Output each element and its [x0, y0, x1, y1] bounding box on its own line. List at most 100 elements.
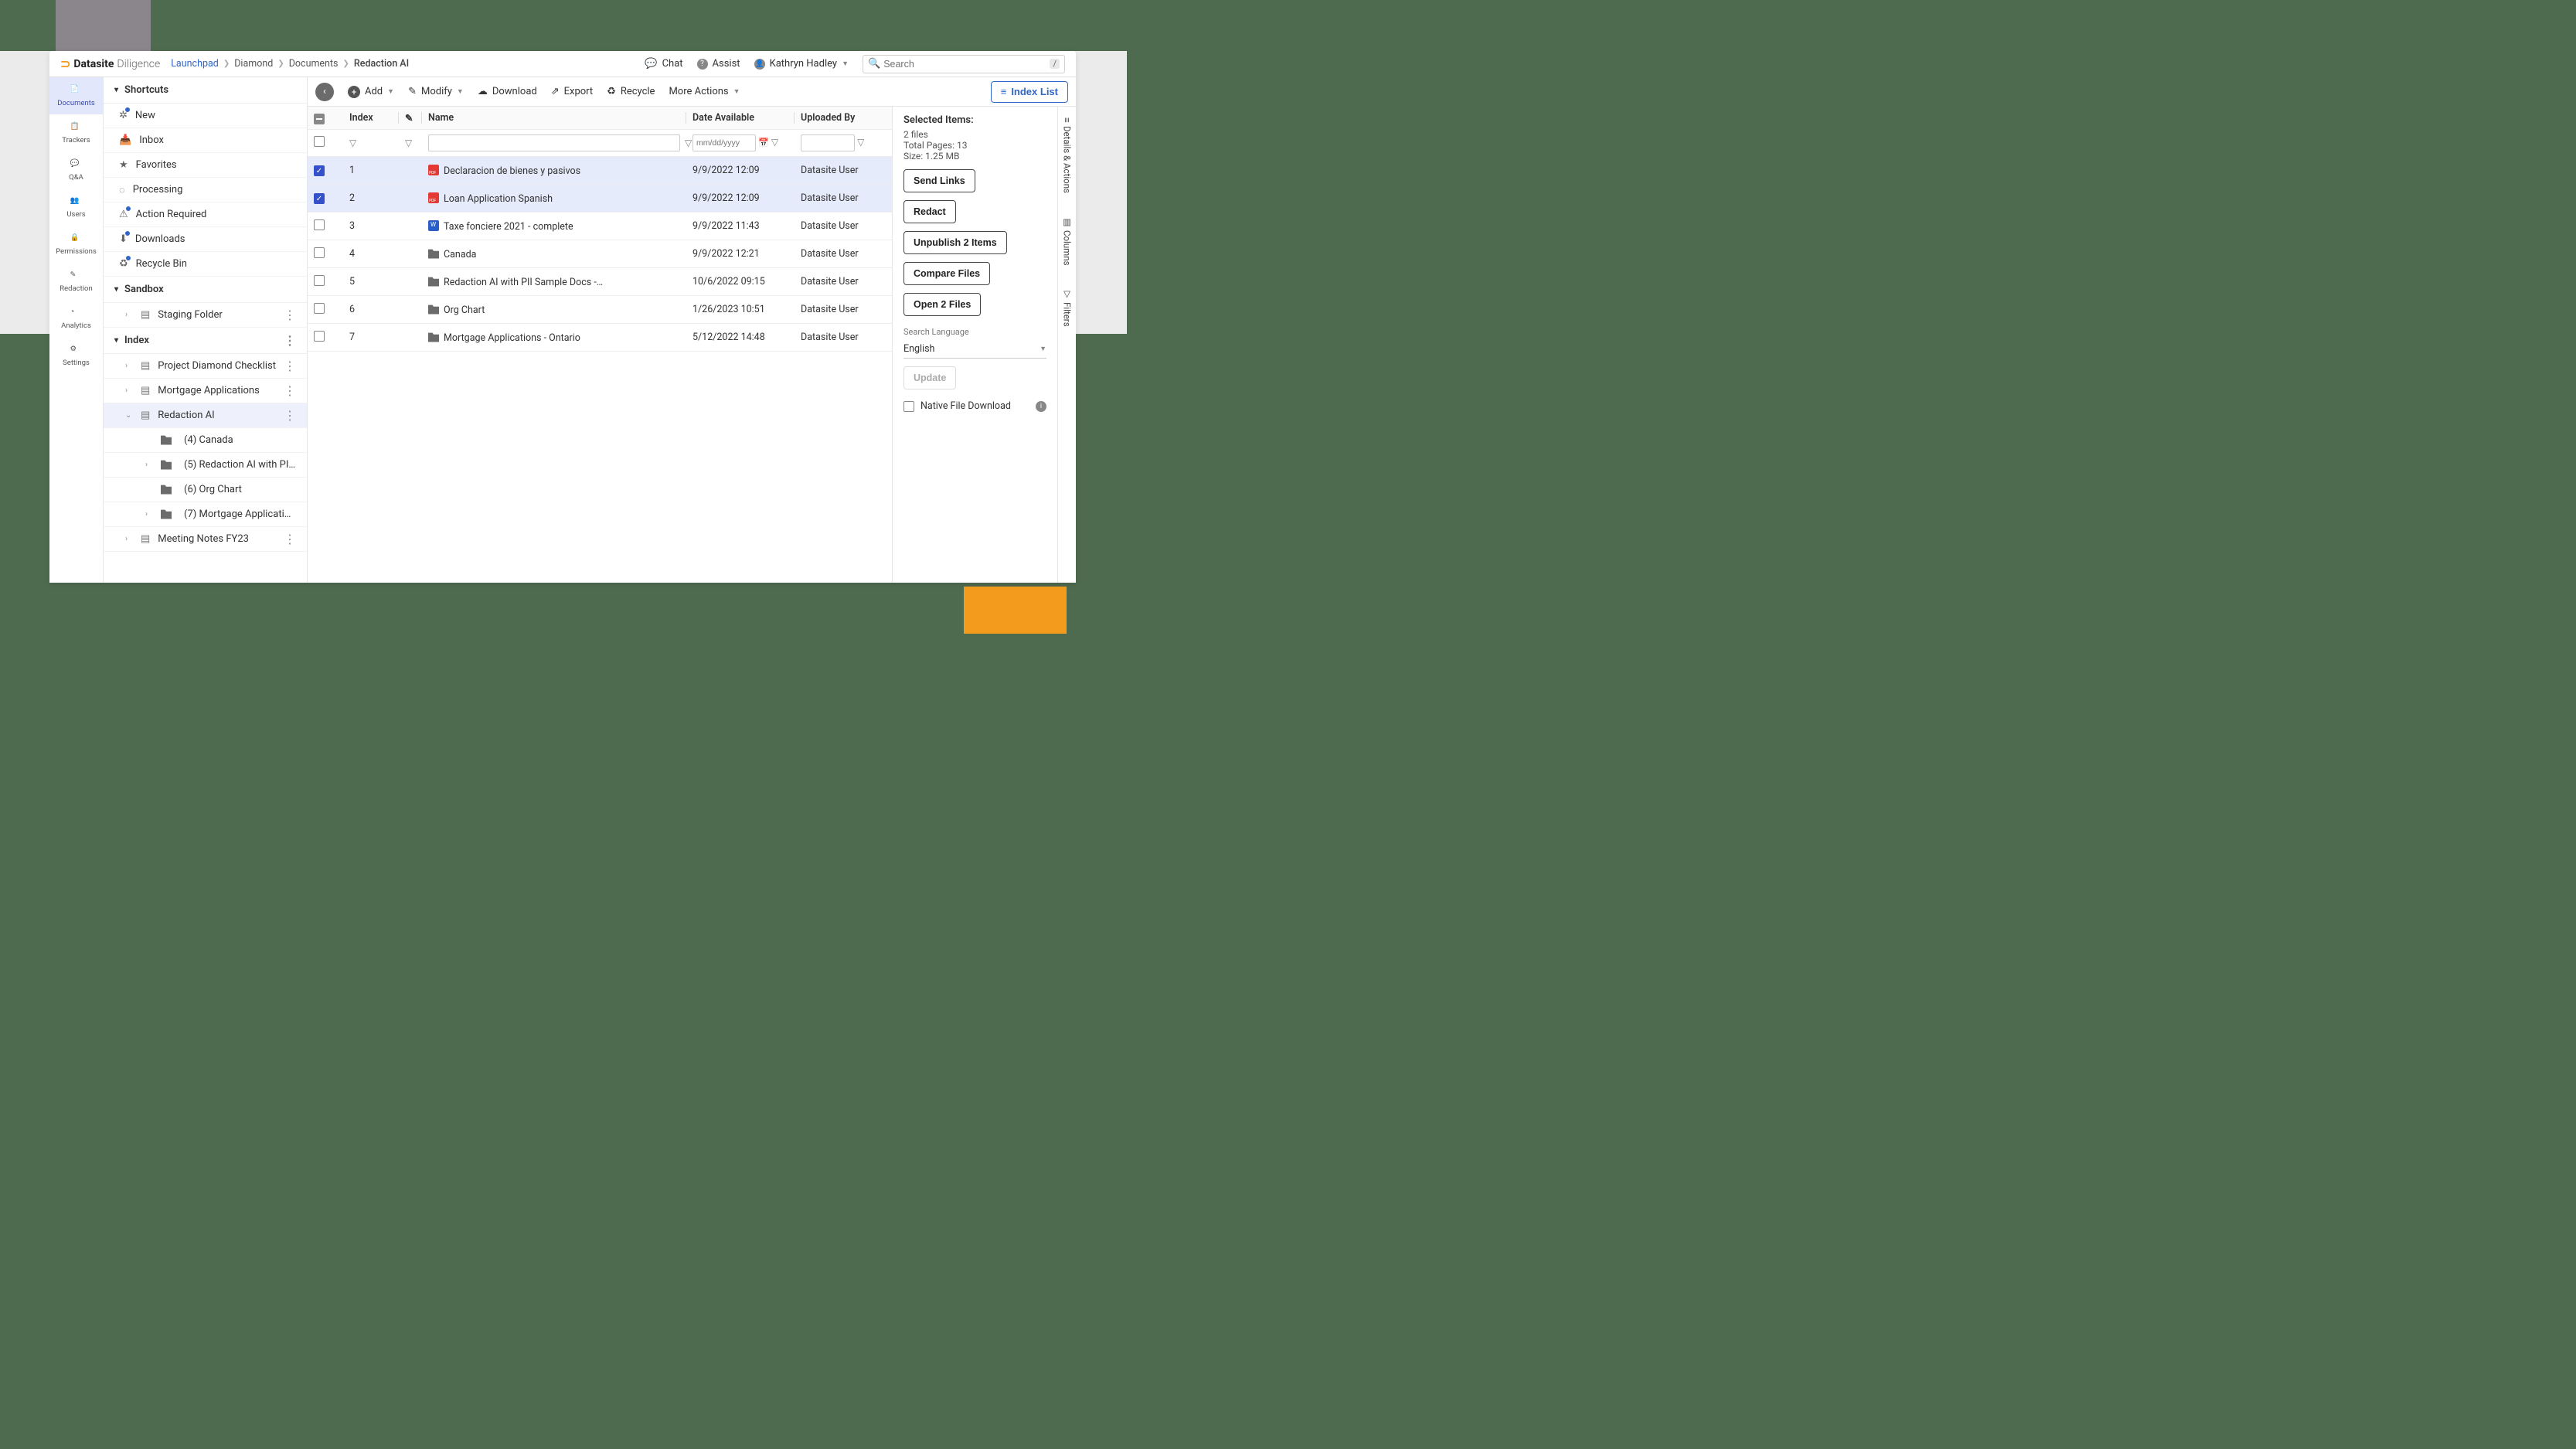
cell-name[interactable]: Canada — [422, 240, 686, 268]
nav-documents[interactable]: 📄Documents — [49, 77, 103, 114]
recycle-button[interactable]: ♻Recycle — [607, 86, 655, 97]
nav-redaction[interactable]: ✎Redaction — [49, 263, 103, 300]
compare-files-button[interactable]: Compare Files — [903, 262, 990, 285]
nav-users[interactable]: 👥Users — [49, 189, 103, 226]
column-header-edit[interactable]: ✎ — [399, 107, 422, 130]
breadcrumb-item[interactable]: Documents — [289, 58, 339, 70]
tab-columns[interactable]: ▥Columns — [1062, 216, 1073, 266]
chevron-right-icon[interactable]: › — [145, 510, 153, 519]
breadcrumb-item[interactable]: Diamond — [234, 58, 273, 70]
nav-trackers[interactable]: 📋Trackers — [49, 114, 103, 151]
assist-button[interactable]: ? Assist — [697, 58, 740, 70]
filter-icon[interactable]: ▽ — [405, 138, 412, 148]
column-header-uploaded[interactable]: Uploaded By — [795, 107, 892, 130]
index-tree-item[interactable]: ›▤Mortgage Applications⋮ — [104, 379, 307, 403]
chevron-right-icon[interactable]: › — [125, 535, 133, 543]
shortcut-item[interactable]: ★Favorites — [104, 153, 307, 178]
row-checkbox[interactable]: ✓ — [314, 165, 325, 176]
table-row[interactable]: 6Org Chart1/26/2023 10:51Datasite User — [308, 296, 892, 324]
cell-name[interactable]: Mortgage Applications - Ontario — [422, 324, 686, 352]
column-header-date[interactable]: Date Available — [686, 107, 795, 130]
column-header-index[interactable]: Index — [343, 107, 399, 130]
update-button[interactable]: Update — [903, 366, 956, 389]
row-checkbox[interactable] — [314, 247, 325, 258]
index-list-button[interactable]: ≡Index List — [991, 81, 1068, 103]
filter-icon[interactable]: ▽ — [349, 138, 356, 148]
shortcut-item[interactable]: ♻Recycle Bin — [104, 252, 307, 277]
more-icon[interactable]: ⋮ — [284, 385, 296, 397]
shortcut-item[interactable]: ✲New — [104, 104, 307, 128]
uploaded-filter-input[interactable] — [801, 134, 855, 151]
index-tree-item[interactable]: (6) Org Chart — [104, 478, 307, 502]
column-header-checkbox[interactable] — [308, 107, 343, 130]
row-checkbox[interactable] — [314, 219, 325, 230]
breadcrumb-root[interactable]: Launchpad — [171, 58, 219, 70]
chevron-right-icon[interactable]: › — [145, 461, 153, 469]
modify-button[interactable]: ✎Modify▼ — [408, 86, 464, 97]
cell-name[interactable]: Taxe fonciere 2021 - complete — [422, 213, 686, 240]
filter-icon[interactable]: ▽ — [857, 137, 864, 148]
cell-name[interactable]: Org Chart — [422, 296, 686, 324]
cell-name[interactable]: Declaracion de bienes y pasivos — [422, 157, 686, 185]
tree-item-staging[interactable]: › ▤ Staging Folder ⋮ — [104, 303, 307, 328]
tree-section-index[interactable]: ▾ Index ⋮ — [104, 328, 307, 354]
open-files-button[interactable]: Open 2 Files — [903, 293, 981, 316]
shortcut-item[interactable]: ◌Processing — [104, 178, 307, 202]
row-checkbox[interactable]: ✓ — [314, 193, 325, 204]
cell-name[interactable]: Redaction AI with PII Sample Docs -… — [422, 268, 686, 296]
more-icon[interactable]: ⋮ — [284, 533, 296, 546]
chevron-down-icon[interactable]: ⌄ — [125, 411, 133, 420]
select-all-checkbox[interactable] — [314, 136, 325, 147]
download-button[interactable]: ☁Download — [478, 86, 537, 97]
chevron-right-icon[interactable]: › — [125, 386, 133, 395]
native-download-checkbox[interactable] — [903, 401, 914, 412]
index-tree-item[interactable]: ›▤Meeting Notes FY23⋮ — [104, 527, 307, 552]
search-language-select[interactable]: English ▼ — [903, 340, 1046, 359]
shortcut-item[interactable]: 📥Inbox — [104, 128, 307, 153]
index-tree-item[interactable]: (4) Canada — [104, 428, 307, 453]
index-tree-item[interactable]: ⌄▤Redaction AI⋮ — [104, 403, 307, 428]
table-row[interactable]: 7Mortgage Applications - Ontario5/12/202… — [308, 324, 892, 352]
tree-section-sandbox[interactable]: ▾ Sandbox — [104, 277, 307, 303]
index-tree-item[interactable]: ›(5) Redaction AI with PII Sam… — [104, 453, 307, 478]
date-filter-input[interactable] — [692, 134, 756, 151]
column-header-name[interactable]: Name — [422, 107, 686, 130]
search-box[interactable]: 🔍 / — [863, 55, 1065, 73]
more-actions-button[interactable]: More Actions▼ — [669, 86, 740, 97]
calendar-icon[interactable]: 📅 — [758, 138, 769, 148]
row-checkbox[interactable] — [314, 275, 325, 286]
chevron-right-icon[interactable]: › — [125, 362, 133, 370]
tree-section-shortcuts[interactable]: ▾ Shortcuts — [104, 77, 307, 104]
more-icon[interactable]: ⋮ — [284, 335, 296, 347]
name-filter-input[interactable] — [428, 134, 680, 151]
shortcut-item[interactable]: ⚠Action Required — [104, 202, 307, 227]
nav-analytics[interactable]: ◔Analytics — [49, 300, 103, 337]
table-row[interactable]: 3Taxe fonciere 2021 - complete9/9/2022 1… — [308, 213, 892, 240]
filter-icon[interactable]: ▽ — [685, 138, 692, 148]
add-button[interactable]: +Add▼ — [348, 86, 394, 98]
tab-filters[interactable]: ▽Filters — [1062, 288, 1073, 327]
unpublish-button[interactable]: Unpublish 2 Items — [903, 231, 1007, 254]
table-row[interactable]: ✓1Declaracion de bienes y pasivos9/9/202… — [308, 157, 892, 185]
table-row[interactable]: ✓2Loan Application Spanish9/9/2022 12:09… — [308, 185, 892, 213]
index-tree-item[interactable]: ›(7) Mortgage Applications - O… — [104, 502, 307, 527]
filter-icon[interactable]: ▽ — [771, 137, 778, 148]
more-icon[interactable]: ⋮ — [284, 360, 296, 372]
chat-button[interactable]: 💬 Chat — [645, 58, 682, 70]
nav-permissions[interactable]: 🔒Permissions — [49, 226, 103, 263]
export-button[interactable]: ⇗Export — [551, 86, 593, 97]
user-menu[interactable]: 👤 Kathryn Hadley ▼ — [754, 58, 849, 70]
send-links-button[interactable]: Send Links — [903, 169, 975, 192]
search-input[interactable] — [883, 59, 1050, 70]
cell-name[interactable]: Loan Application Spanish — [422, 185, 686, 213]
nav-settings[interactable]: ⚙Settings — [49, 337, 103, 374]
redact-button[interactable]: Redact — [903, 200, 956, 223]
info-icon[interactable]: i — [1036, 401, 1046, 412]
shortcut-item[interactable]: ⬇Downloads — [104, 227, 307, 252]
row-checkbox[interactable] — [314, 331, 325, 342]
tab-details-actions[interactable]: ≡Details & Actions — [1062, 117, 1073, 193]
row-checkbox[interactable] — [314, 303, 325, 314]
more-icon[interactable]: ⋮ — [284, 309, 296, 321]
back-button[interactable]: ‹ — [315, 83, 334, 101]
more-icon[interactable]: ⋮ — [284, 410, 296, 422]
